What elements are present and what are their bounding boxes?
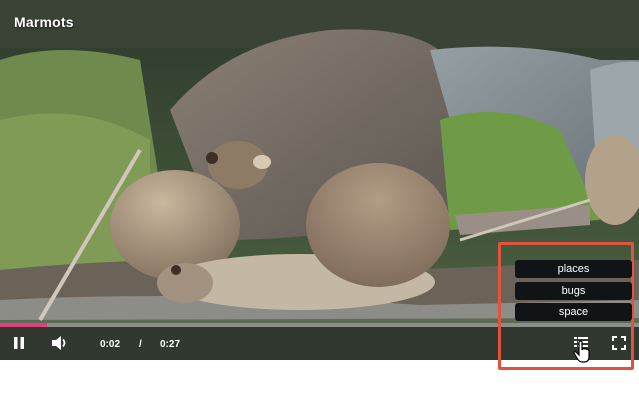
progress-fill	[0, 323, 48, 327]
time-separator: /	[139, 339, 142, 350]
video-title: Marmots	[14, 14, 74, 30]
chapter-item-bugs[interactable]: bugs	[515, 282, 632, 300]
volume-icon	[52, 336, 66, 350]
pause-button[interactable]	[8, 332, 30, 354]
hand-cursor-icon	[573, 340, 590, 363]
volume-button[interactable]	[49, 332, 71, 354]
chapter-item-space[interactable]: space	[515, 303, 632, 321]
current-time: 0:02	[100, 339, 121, 350]
chapter-item-places[interactable]: places	[515, 260, 632, 278]
pause-icon	[14, 337, 24, 349]
duration: 0:27	[160, 339, 181, 350]
